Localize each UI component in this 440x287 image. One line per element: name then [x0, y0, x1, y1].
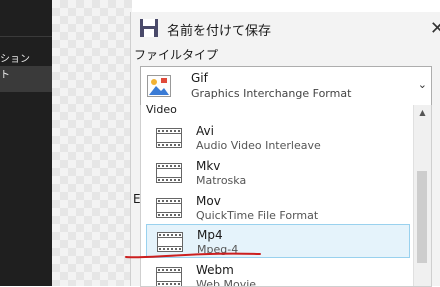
format-description: Matroska — [196, 174, 247, 187]
selected-format-description: Graphics Interchange Format — [191, 87, 352, 100]
sidebar-item-2[interactable]: ト — [0, 66, 52, 92]
file-type-label: ファイルタイプ — [134, 48, 219, 62]
format-name: Avi — [196, 124, 214, 138]
sidebar-item-label: ション — [0, 54, 30, 65]
chevron-down-icon: ⌄ — [417, 78, 427, 91]
film-icon — [156, 198, 182, 218]
sidebar-divider — [0, 36, 52, 37]
list-scrollbar[interactable]: ▲ — [413, 105, 431, 286]
partial-label: E — [133, 192, 141, 206]
group-header-video: Video — [146, 105, 177, 116]
selected-format-name: Gif — [191, 71, 208, 85]
close-button[interactable]: ✕ — [430, 20, 440, 38]
dialog-title: 名前を付けて保存 — [167, 24, 272, 39]
list-item-mkv[interactable]: Mkv Matroska — [146, 156, 410, 190]
list-item-mov[interactable]: Mov QuickTime File Format — [146, 191, 410, 225]
format-name: Webm — [196, 263, 234, 277]
list-item-avi[interactable]: Avi Audio Video Interleave — [146, 121, 410, 155]
save-as-dialog: 名前を付けて保存 ✕ ファイルタイプ Gif Graphics Intercha… — [130, 12, 440, 287]
list-item-webm[interactable]: Webm Web Movie — [146, 260, 410, 286]
dialog-title-bar: 名前を付けて保存 ✕ — [139, 16, 440, 40]
file-type-dropdown[interactable]: Gif Graphics Interchange Format ⌄ — [140, 66, 432, 106]
image-file-icon — [147, 75, 171, 97]
canvas-background — [52, 0, 132, 286]
format-name: Mp4 — [197, 228, 223, 242]
sidebar-item-1[interactable]: ション — [0, 50, 52, 66]
film-icon — [156, 267, 182, 286]
red-annotation-underline — [125, 252, 261, 259]
film-icon — [156, 128, 182, 148]
format-name: Mkv — [196, 159, 221, 173]
save-icon — [140, 19, 158, 37]
scrollbar-thumb[interactable] — [417, 171, 427, 263]
film-icon — [156, 163, 182, 183]
format-name: Mov — [196, 194, 221, 208]
sidebar-item-label: ト — [0, 70, 10, 81]
format-description: Audio Video Interleave — [196, 139, 321, 152]
format-description: QuickTime File Format — [196, 209, 319, 222]
scroll-up-icon[interactable]: ▲ — [414, 105, 431, 121]
sidebar: ション ト — [0, 0, 52, 286]
